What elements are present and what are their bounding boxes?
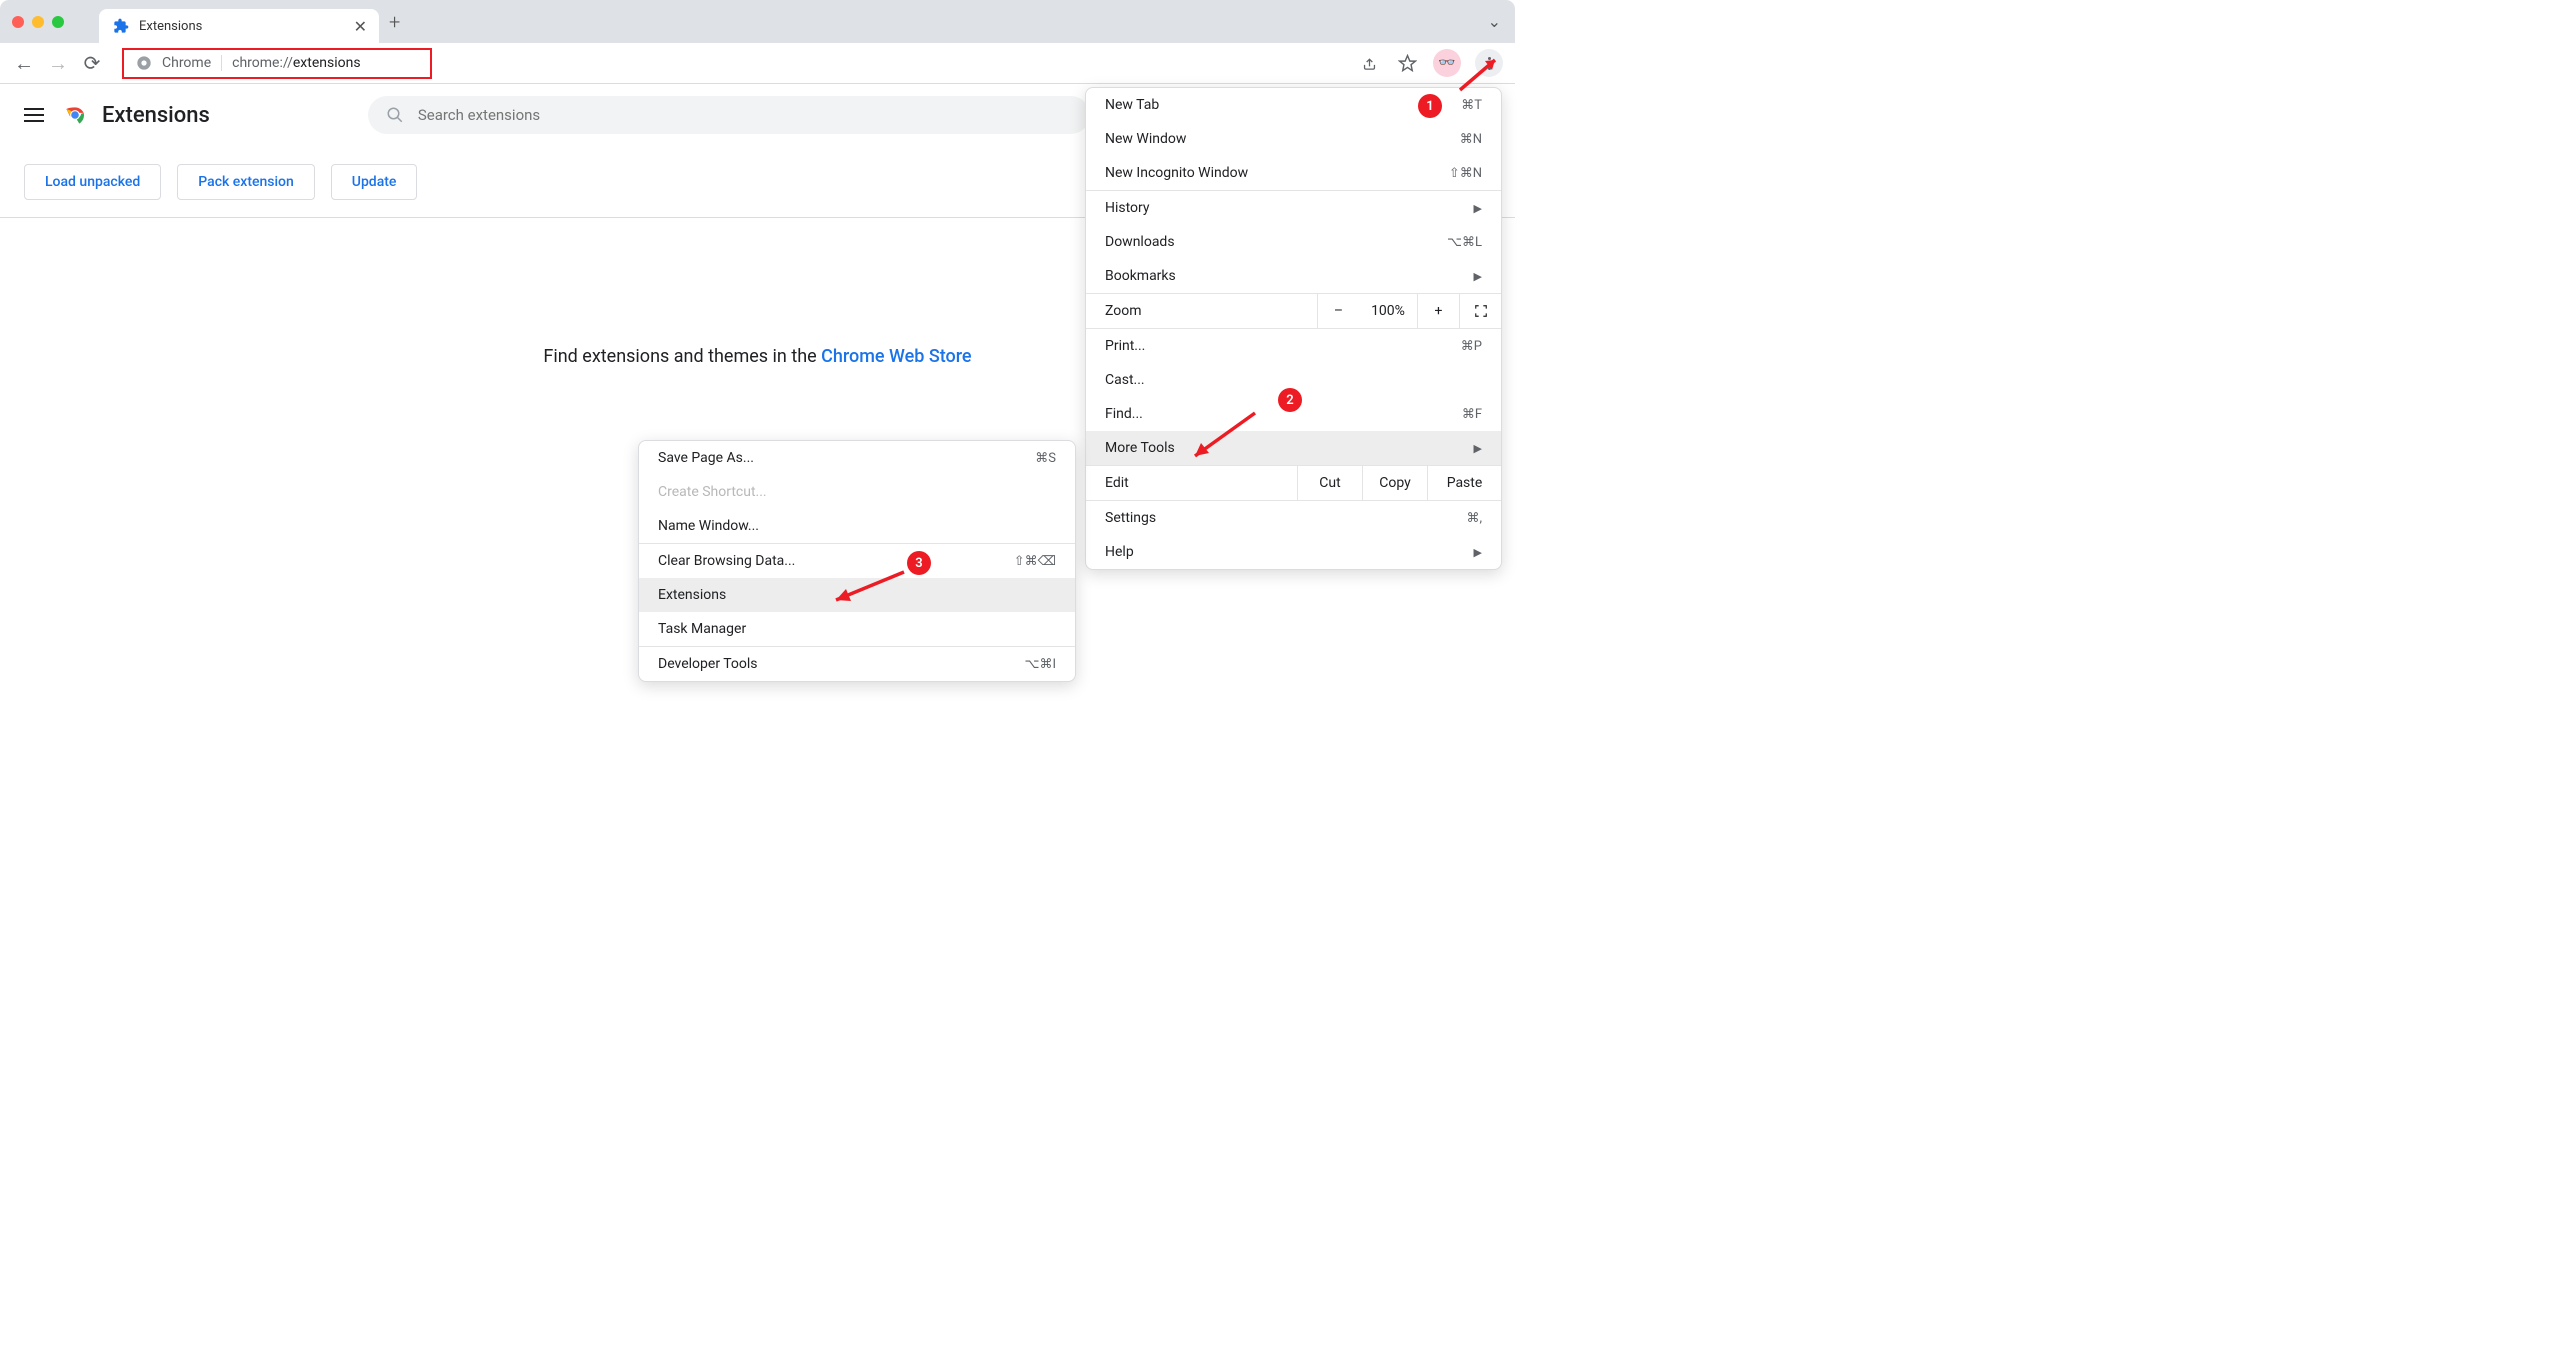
reload-button[interactable]: ⟳ — [80, 51, 104, 75]
menu-item-print[interactable]: Print...⌘P — [1086, 329, 1501, 363]
cut-button[interactable]: Cut — [1297, 465, 1362, 501]
close-tab-button[interactable]: ✕ — [354, 17, 367, 36]
chrome-main-menu: New Tab⌘TNew Window⌘NNew Incognito Windo… — [1085, 87, 1502, 570]
zoom-out-button[interactable]: – — [1317, 293, 1359, 329]
menu-item-more-tools[interactable]: More Tools▶ — [1086, 431, 1501, 465]
menu-item-new-window[interactable]: New Window⌘N — [1086, 122, 1501, 156]
annotation-2: 2 — [1278, 388, 1302, 412]
annotation-3: 3 — [907, 551, 931, 575]
pack-extension-button[interactable]: Pack extension — [177, 164, 315, 200]
browser-toolbar: ← → ⟳ Chrome chrome://extensions 👓 — [0, 43, 1515, 84]
menu-item-create-shortcut: Create Shortcut... — [639, 475, 1075, 509]
annotation-1: 1 — [1418, 94, 1442, 118]
fullscreen-button[interactable] — [1459, 293, 1501, 329]
edit-controls: Edit Cut Copy Paste — [1086, 465, 1501, 501]
menu-item-name-window[interactable]: Name Window... — [639, 509, 1075, 543]
menu-item-help[interactable]: Help▶ — [1086, 535, 1501, 569]
update-button[interactable]: Update — [331, 164, 418, 200]
chrome-logo-icon — [62, 102, 88, 128]
paste-button[interactable]: Paste — [1427, 465, 1501, 501]
menu-item-save-page-as[interactable]: Save Page As...⌘S — [639, 441, 1075, 475]
address-bar[interactable]: Chrome chrome://extensions — [122, 48, 432, 79]
menu-item-downloads[interactable]: Downloads⌥⌘L — [1086, 225, 1501, 259]
browser-tab[interactable]: Extensions ✕ — [99, 9, 379, 43]
maximize-window-button[interactable] — [52, 16, 64, 28]
menu-item-bookmarks[interactable]: Bookmarks▶ — [1086, 259, 1501, 293]
omnibox-origin: Chrome — [162, 55, 211, 71]
new-tab-button[interactable]: + — [389, 10, 400, 34]
omnibox-url: chrome://extensions — [232, 55, 360, 71]
back-button[interactable]: ← — [12, 51, 36, 75]
menu-icon[interactable] — [24, 108, 44, 122]
minimize-window-button[interactable] — [32, 16, 44, 28]
extension-icon — [113, 18, 129, 34]
close-window-button[interactable] — [12, 16, 24, 28]
zoom-in-button[interactable]: + — [1417, 293, 1459, 329]
menu-item-developer-tools[interactable]: Developer Tools⌥⌘I — [639, 647, 1075, 681]
tab-overflow-button[interactable]: ⌄ — [1488, 12, 1501, 31]
annotation-arrow-1 — [1455, 55, 1505, 95]
menu-item-new-incognito-window[interactable]: New Incognito Window⇧⌘N — [1086, 156, 1501, 190]
search-extensions[interactable] — [368, 96, 1090, 134]
more-tools-submenu: Save Page As...⌘SCreate Shortcut...Name … — [638, 440, 1076, 682]
forward-button[interactable]: → — [46, 51, 70, 75]
annotation-arrow-2 — [1185, 408, 1265, 463]
edit-label: Edit — [1086, 475, 1297, 491]
titlebar: Extensions ✕ + ⌄ — [0, 0, 1515, 43]
menu-item-settings[interactable]: Settings⌘, — [1086, 501, 1501, 535]
share-button[interactable] — [1357, 51, 1381, 75]
chrome-icon — [136, 55, 152, 71]
menu-item-task-manager[interactable]: Task Manager — [639, 612, 1075, 646]
search-input[interactable] — [418, 106, 1072, 124]
omnibox-divider — [221, 55, 222, 71]
menu-item-history[interactable]: History▶ — [1086, 191, 1501, 225]
bookmark-button[interactable] — [1395, 51, 1419, 75]
zoom-label: Zoom — [1086, 303, 1317, 319]
annotation-arrow-3 — [826, 567, 911, 607]
window-controls — [12, 16, 64, 28]
search-icon — [386, 106, 404, 124]
chrome-web-store-link[interactable]: Chrome Web Store — [821, 346, 971, 367]
page-title: Extensions — [102, 103, 210, 128]
zoom-level: 100% — [1359, 293, 1417, 329]
copy-button[interactable]: Copy — [1362, 465, 1427, 501]
load-unpacked-button[interactable]: Load unpacked — [24, 164, 161, 200]
tab-title: Extensions — [139, 19, 344, 34]
zoom-controls: Zoom – 100% + — [1086, 293, 1501, 329]
